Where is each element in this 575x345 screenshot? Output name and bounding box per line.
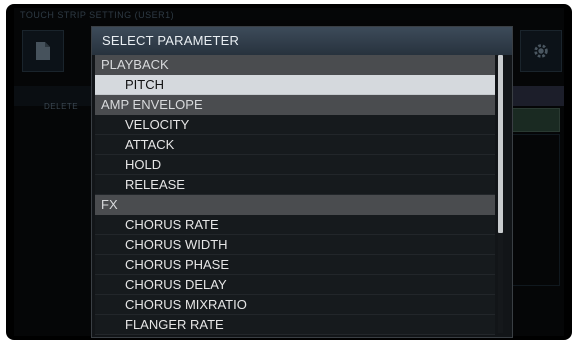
select-parameter-dialog: SELECT PARAMETER PLAYBACK PITCH AMP ENVELO… [91,26,513,338]
file-button[interactable] [22,30,64,72]
list-scrollbar[interactable] [498,55,503,333]
scrollbar-thumb[interactable] [498,55,503,233]
device-frame: TOUCH STRIP SETTING (USER1) DELETE SELEC… [6,4,572,340]
section-header: AMP ENVELOPE [95,95,495,115]
parameter-item[interactable]: FLANGER RATE [95,315,495,335]
section-header: FX [95,195,495,215]
gear-icon [534,44,548,58]
parameter-item[interactable]: VELOCITY [95,115,495,135]
file-icon [36,42,50,60]
parameter-item[interactable]: ATTACK [95,135,495,155]
parameter-item[interactable]: CHORUS PHASE [95,255,495,275]
parameter-item[interactable]: CHORUS MIXRATIO [95,295,495,315]
settings-button[interactable] [520,30,562,72]
delete-button[interactable]: DELETE [44,102,78,111]
section-header: PLAYBACK [95,55,495,75]
device-screen: TOUCH STRIP SETTING (USER1) DELETE SELEC… [14,8,564,338]
parameter-item[interactable]: CHORUS WIDTH [95,235,495,255]
parameter-item[interactable]: HOLD [95,155,495,175]
parameter-item[interactable]: CHORUS RATE [95,215,495,235]
dialog-title: SELECT PARAMETER [92,27,512,55]
parameter-item[interactable]: PITCH [95,75,495,95]
parameter-list: PLAYBACK PITCH AMP ENVELOPE VELOCITY ATTACK H… [95,55,495,335]
background-title: TOUCH STRIP SETTING (USER1) [20,10,175,20]
parameter-item[interactable]: RELEASE [95,175,495,195]
parameter-item[interactable]: CHORUS DELAY [95,275,495,295]
